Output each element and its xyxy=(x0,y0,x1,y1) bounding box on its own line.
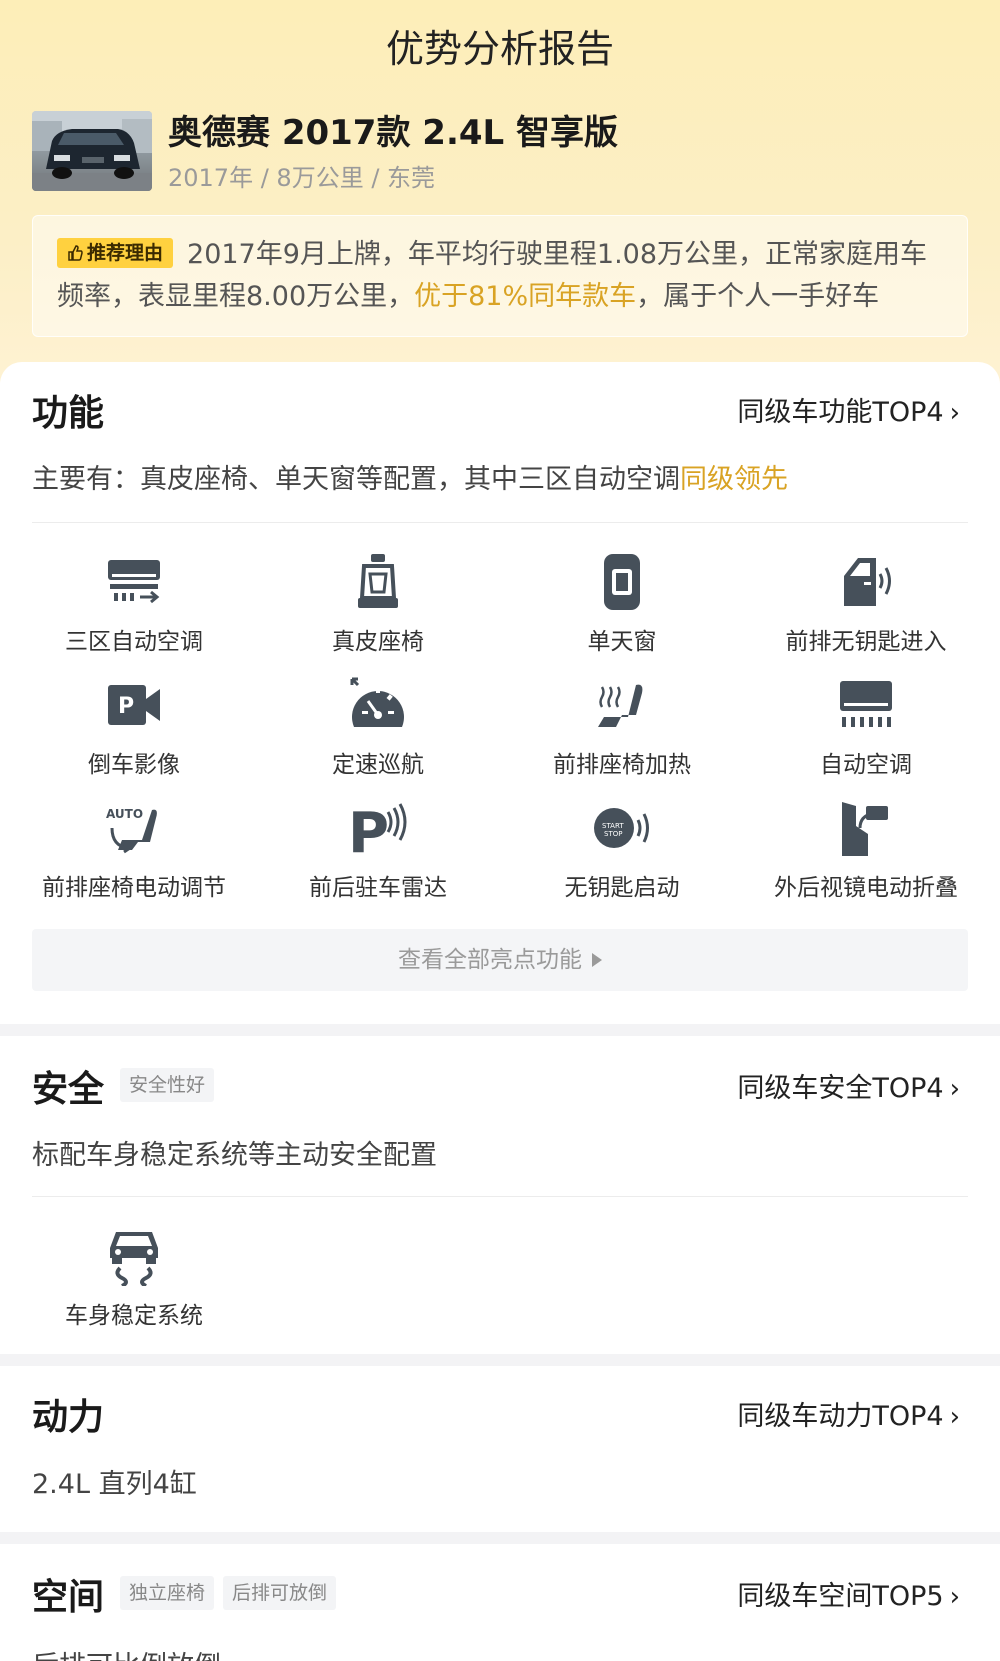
car-meta: 2017年 / 8万公里 / 东莞 xyxy=(168,164,436,192)
safety-desc: 标配车身稳定系统等主动安全配置 xyxy=(32,1140,437,1171)
function-desc: 主要有：真皮座椅、单天窗等配置，其中三区自动空调同级领先 xyxy=(32,464,788,495)
car-name: 奥德赛 2017款 2.4L 智享版 xyxy=(168,113,619,153)
reason-highlight: 优于81%同年款车 xyxy=(414,281,637,312)
keyless-entry-icon xyxy=(844,558,891,606)
chevron-right-icon: › xyxy=(949,1402,960,1432)
stability-control-icon xyxy=(110,1232,158,1286)
page-title: 优势分析报告 xyxy=(385,27,614,71)
power-seat-icon: AUTO xyxy=(106,807,157,854)
parking-radar-icon: P xyxy=(348,801,407,858)
power-card: 动力 同级车动力TOP4 › 2.4L 直列4缸 xyxy=(0,1366,1000,1532)
chevron-right-icon: › xyxy=(949,1074,960,1104)
chevron-right-icon: › xyxy=(949,1582,960,1612)
safety-chip: 安全性好 xyxy=(120,1068,215,1102)
cruise-control-icon xyxy=(350,677,404,727)
feature-item[interactable]: 单天窗 xyxy=(502,552,742,656)
reason-text-end: ，属于个人一手好车 xyxy=(636,281,880,312)
safety-top-link[interactable]: 同级车安全TOP4 › xyxy=(737,1066,960,1105)
chevron-right-icon: › xyxy=(949,398,960,428)
recommend-reason-box: 推荐理由 2017年9月上牌，年平均行驶里程1.08万公里，正常家庭用车频率，表… xyxy=(32,215,968,337)
space-desc: 后排可比例放倒 xyxy=(32,1644,221,1661)
space-chip: 后排可放倒 xyxy=(223,1576,337,1610)
auto-ac-icon xyxy=(840,681,892,727)
svg-text:START: START xyxy=(602,822,624,830)
svg-text:AUTO: AUTO xyxy=(106,807,143,821)
tri-zone-ac-icon xyxy=(108,560,160,604)
rear-camera-icon: P xyxy=(108,685,160,725)
function-card: 功能 同级车功能TOP4 › 主要有：真皮座椅、单天窗等配置，其中三区自动空调同级… xyxy=(0,362,1000,1024)
feature-item[interactable]: AUTO 前排座椅电动调节 xyxy=(14,798,254,902)
svg-text:STOP: STOP xyxy=(604,830,622,838)
feature-item[interactable]: 真皮座椅 xyxy=(258,552,498,656)
see-all-features-button[interactable]: 查看全部亮点功能 xyxy=(32,929,968,991)
play-arrow-icon xyxy=(592,953,602,967)
divider xyxy=(32,1196,968,1197)
car-thumbnail[interactable] xyxy=(32,111,152,191)
feature-item[interactable]: START STOP 无钥匙启动 xyxy=(502,798,742,902)
recommend-reason-tag: 推荐理由 xyxy=(57,238,174,268)
feature-item[interactable]: 前排无钥匙进入 xyxy=(746,552,986,656)
space-top-link[interactable]: 同级车空间TOP5 › xyxy=(737,1574,960,1613)
feature-item[interactable]: P 前后驻车雷达 xyxy=(258,798,498,902)
space-card: 空间 独立座椅 后排可放倒 同级车空间TOP5› 后排可比例放倒 xyxy=(0,1544,1000,1661)
function-title: 功能 xyxy=(32,393,105,434)
safety-card: 安全 安全性好 同级车安全TOP4 › 标配车身稳定系统等主动安全配置 车身稳定系… xyxy=(0,1036,1000,1354)
divider xyxy=(32,522,968,523)
feature-item[interactable]: 外后视镜电动折叠 xyxy=(746,798,986,902)
feature-item[interactable]: 车身稳定系统 xyxy=(14,1226,254,1330)
seat-heating-icon xyxy=(598,684,643,727)
feature-item[interactable]: 三区自动空调 xyxy=(14,552,254,656)
thumbs-up-icon xyxy=(68,245,83,261)
feature-item[interactable]: 自动空调 xyxy=(746,675,986,779)
feature-item[interactable]: 定速巡航 xyxy=(258,675,498,779)
leather-seat-icon xyxy=(358,554,398,608)
space-chip: 独立座椅 xyxy=(120,1576,215,1610)
power-desc: 2.4L 直列4缸 xyxy=(32,1469,197,1500)
safety-title: 安全 xyxy=(32,1069,105,1110)
feature-item[interactable]: 前排座椅加热 xyxy=(502,675,742,779)
feature-item[interactable]: P 倒车影像 xyxy=(14,675,254,779)
keyless-start-icon: START STOP xyxy=(594,808,649,848)
svg-text:P: P xyxy=(348,801,389,858)
power-title: 动力 xyxy=(32,1397,105,1438)
sunroof-icon xyxy=(604,554,640,610)
svg-text:P: P xyxy=(118,694,134,719)
power-top-link[interactable]: 同级车动力TOP4 › xyxy=(737,1394,960,1433)
function-top-link[interactable]: 同级车功能TOP4 › xyxy=(737,390,960,429)
space-title: 空间 xyxy=(32,1577,105,1618)
mirror-fold-icon xyxy=(842,802,888,856)
